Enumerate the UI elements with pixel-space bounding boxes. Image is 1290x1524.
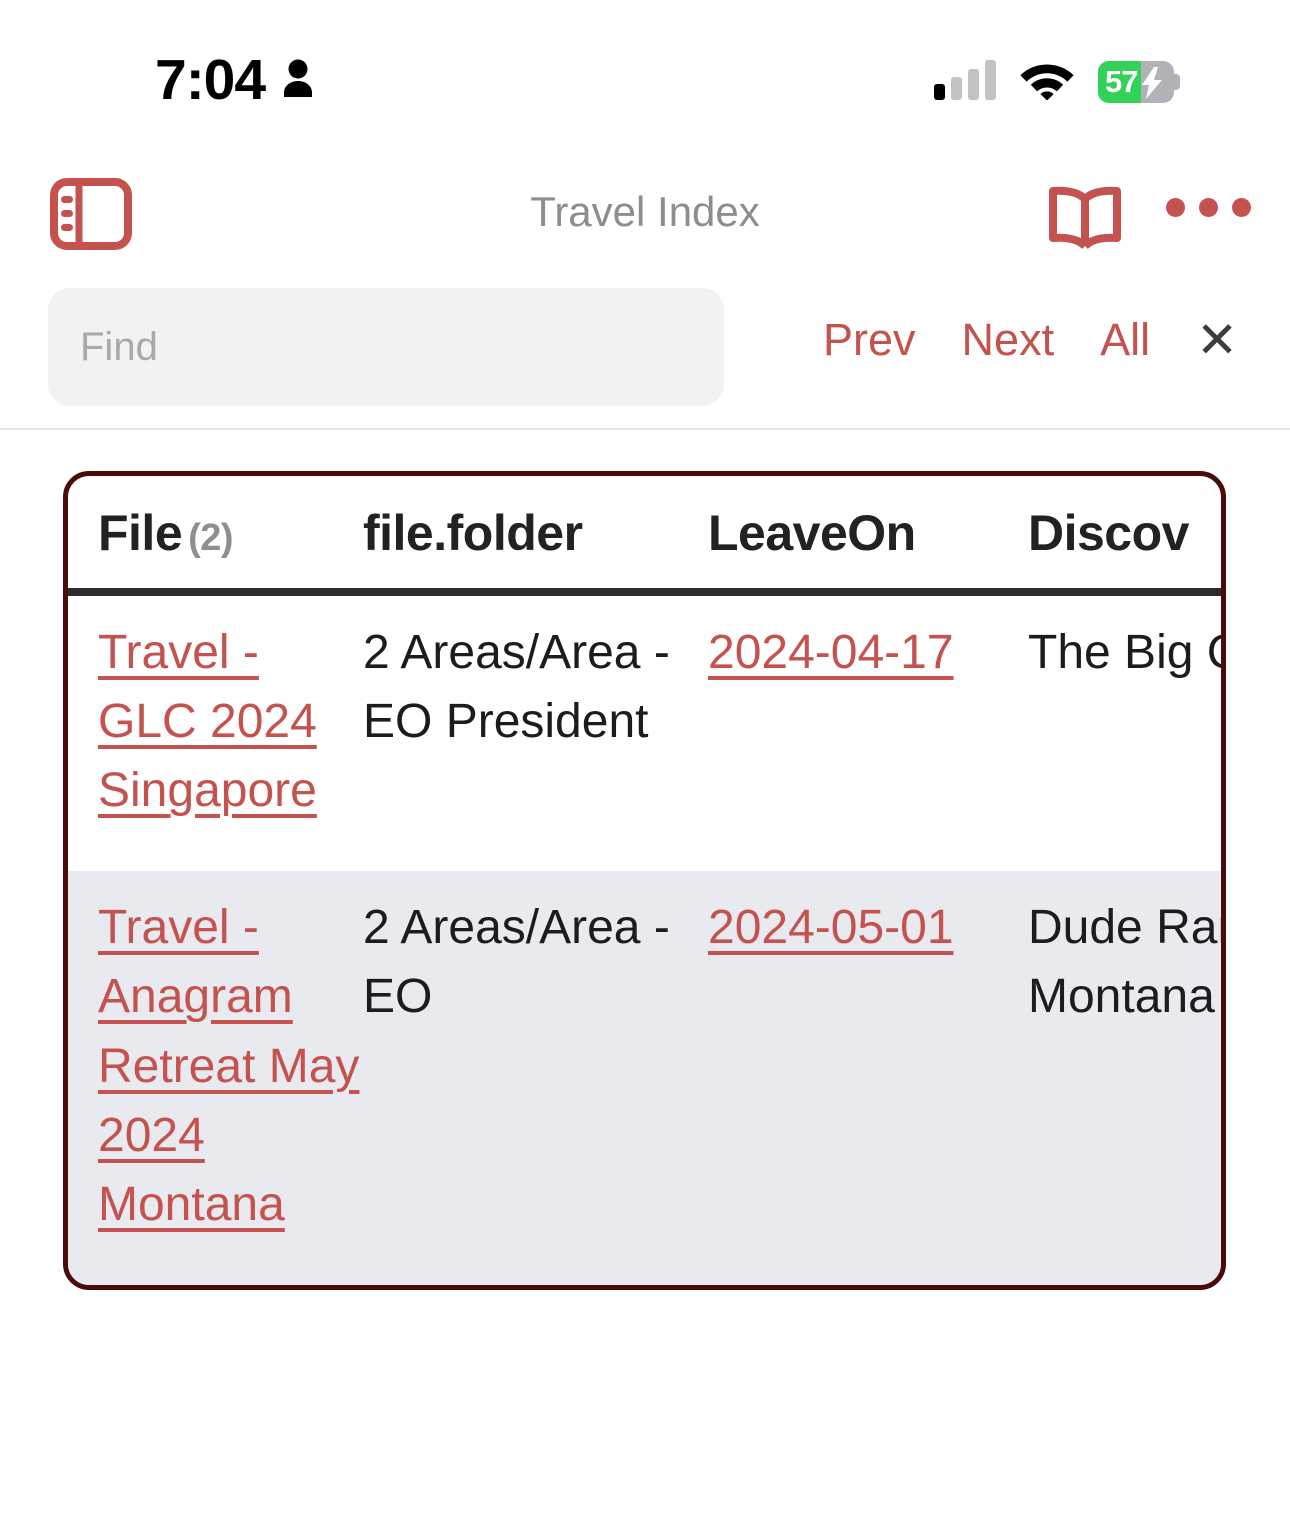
find-next-button[interactable]: Next [962,314,1055,366]
column-header-file-folder[interactable]: file.folder [363,476,708,596]
status-bar-left: 7:04 [155,52,315,109]
table-row[interactable]: Travel - Anagram Retreat May 2024 Montan… [68,871,1221,1285]
find-bar: Prev Next All ✕ [0,280,1290,430]
status-bar-right: 57 [934,58,1180,105]
table-row[interactable]: Travel - GLC 2024 Singapore 2 Areas/Area… [68,592,1221,871]
find-all-button[interactable]: All [1100,314,1150,366]
battery-indicator: 57 [1098,60,1180,104]
person-icon [281,58,315,103]
column-header-leaveon[interactable]: LeaveOn [708,476,1028,596]
column-header-file[interactable]: File (2) [68,476,363,596]
column-header-discovery[interactable]: Discov [1028,476,1221,596]
cell-file: Travel - Anagram Retreat May 2024 Montan… [68,871,363,1285]
ellipsis-dot [1166,198,1185,217]
cell-file: Travel - GLC 2024 Singapore [68,592,363,871]
open-book-icon[interactable] [1046,182,1124,261]
leaveon-link[interactable]: 2024-04-17 [708,626,954,679]
table-header-row: File (2) file.folder LeaveOn Discov [68,476,1221,596]
results-table-container: File (2) file.folder LeaveOn Discov Trave… [63,471,1226,1290]
cell-leaveon: 2024-04-17 [708,592,1028,871]
clock-time: 7:04 [155,48,266,112]
leaveon-link[interactable]: 2024-05-01 [708,901,954,954]
find-actions: Prev Next All ✕ [823,314,1238,366]
ellipsis-dot [1232,198,1251,217]
charging-bolt-icon [1140,66,1164,104]
battery-percent-label: 57 [1105,63,1138,99]
table-head: File (2) file.folder LeaveOn Discov [68,476,1221,596]
ellipsis-dot [1199,198,1218,217]
file-link[interactable]: Travel - GLC 2024 Singapore [98,626,317,817]
cell-leaveon: 2024-05-01 [708,871,1028,1285]
cell-file-folder: 2 Areas/Area - EO [363,901,670,1024]
app-toolbar: Travel Index [0,160,1290,280]
battery-cap [1174,73,1180,90]
ellipsis-icon[interactable] [1166,198,1251,217]
cell-file-folder: 2 Areas/Area - EO President [363,626,670,749]
find-input[interactable] [48,288,724,406]
results-table: File (2) file.folder LeaveOn Discov Trave… [68,476,1221,1285]
close-icon[interactable]: ✕ [1196,315,1238,365]
cell-discovery: Dude Ranch Montana [1028,901,1221,1024]
column-header-file-label: File [98,505,183,561]
status-bar: 7:04 57 [0,0,1290,160]
document-content: File (2) file.folder LeaveOn Discov Trave… [0,430,1290,1290]
cell-discovery: The Big GLC! [1028,626,1221,679]
table-body: Travel - GLC 2024 Singapore 2 Areas/Area… [68,592,1221,1285]
wifi-icon [1018,58,1076,105]
find-prev-button[interactable]: Prev [823,314,916,366]
column-header-file-count: (2) [188,517,234,559]
cellular-signal-icon [934,58,996,105]
file-link[interactable]: Travel - Anagram Retreat May 2024 Montan… [98,901,359,1230]
